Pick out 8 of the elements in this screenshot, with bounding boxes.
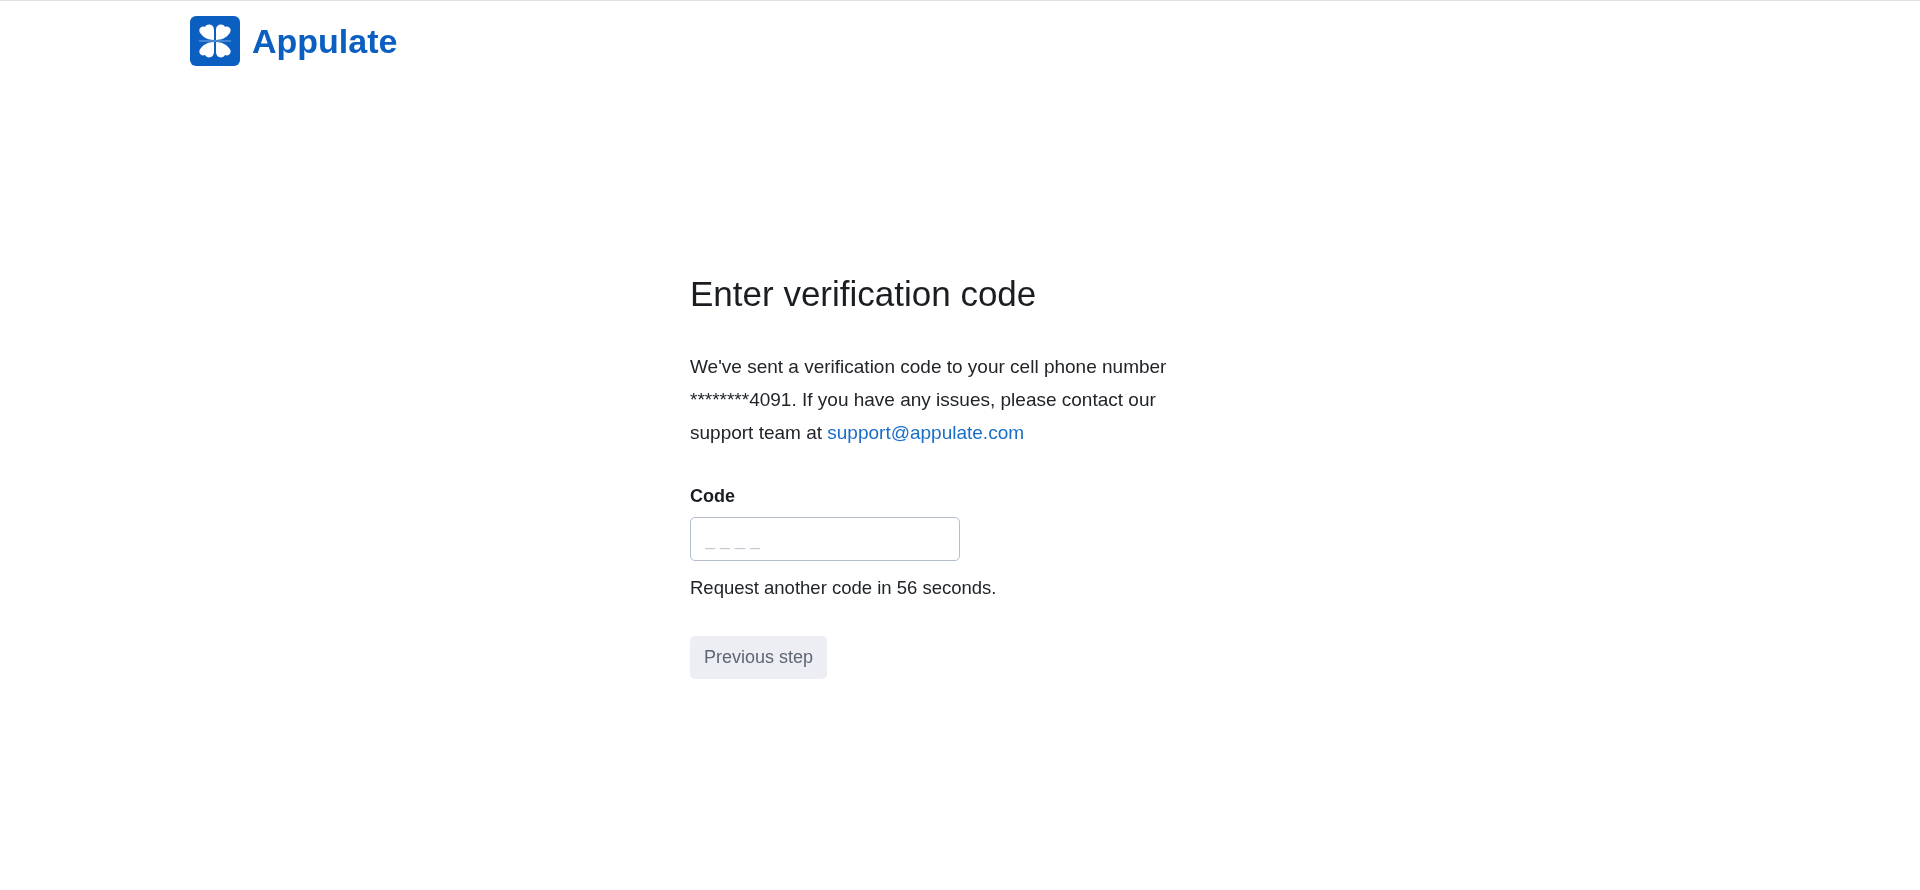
clover-logo-icon <box>190 16 240 66</box>
support-email-link[interactable]: support@appulate.com <box>827 422 1025 443</box>
code-input-field[interactable]: _ _ _ _ <box>690 517 960 561</box>
code-label: Code <box>690 485 735 508</box>
brand-name: Appulate <box>252 24 398 58</box>
verification-message: We've sent a verification code to your cell phone number ********4091. If you have any issues, please contact our support team at support@appulate.com <box>690 355 1168 445</box>
resend-countdown-text: Request another code in 56 seconds. <box>690 576 997 600</box>
page-heading: Enter verification code <box>690 274 1037 314</box>
